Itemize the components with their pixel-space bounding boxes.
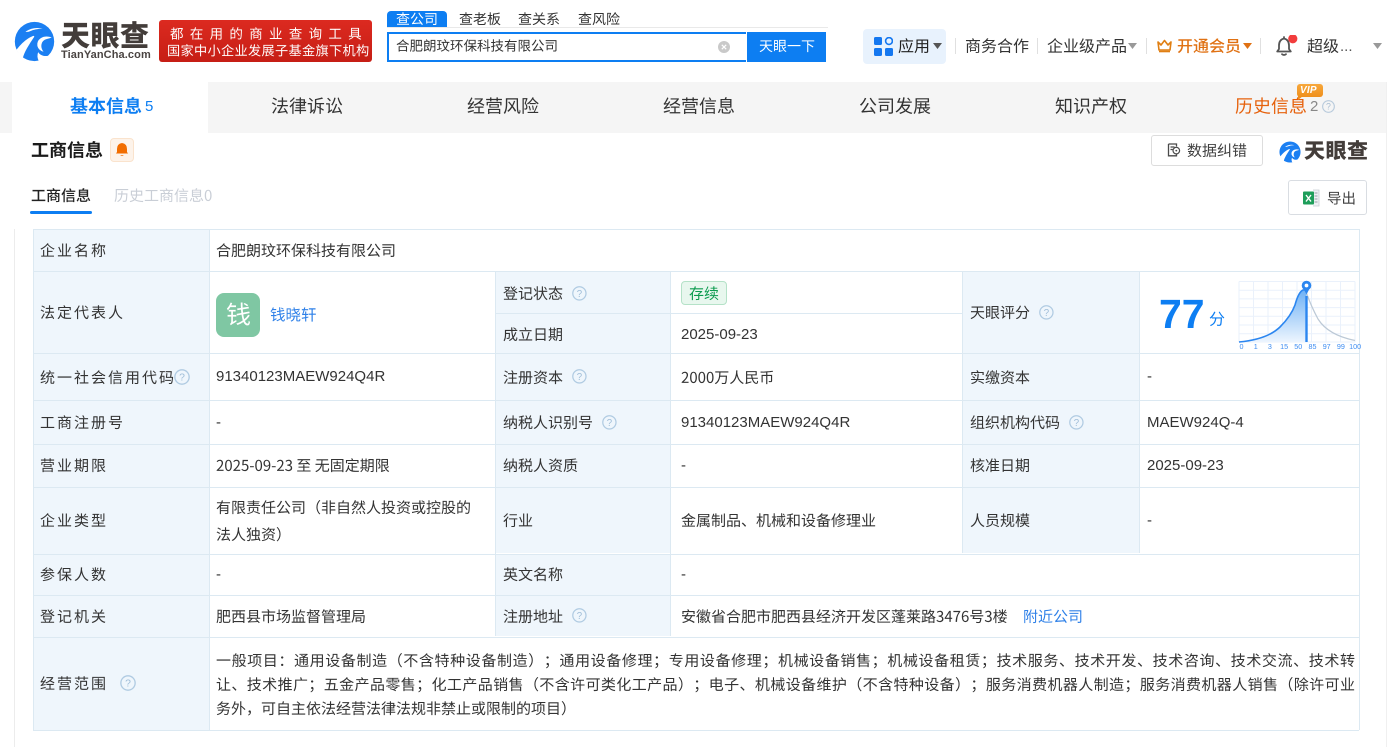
svg-text:?: ? xyxy=(1074,418,1080,429)
svg-text:?: ? xyxy=(1044,308,1050,319)
svg-text:?: ? xyxy=(179,372,185,383)
svg-text:?: ? xyxy=(125,679,131,690)
svg-text:?: ? xyxy=(607,418,613,429)
svg-text:?: ? xyxy=(577,372,583,383)
svg-text:?: ? xyxy=(1326,102,1331,112)
svg-text:?: ? xyxy=(577,289,583,300)
svg-text:?: ? xyxy=(577,611,583,622)
